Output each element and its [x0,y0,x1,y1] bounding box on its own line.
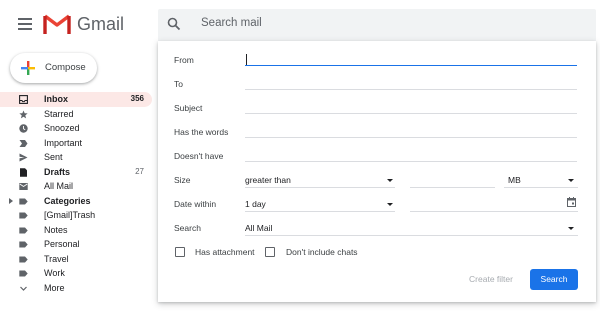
sidebar-item-all-mail[interactable]: All Mail [0,179,152,194]
chevron-down-icon [20,286,27,291]
sidebar-nav: Inbox 356 Starred Snoozed Important Sent… [0,92,156,295]
sidebar-item-label: Inbox [44,94,68,104]
subject-label: Subject [174,103,203,113]
text-cursor [246,54,247,65]
sidebar-item-travel[interactable]: Travel [0,252,152,267]
sidebar-item-sent[interactable]: Sent [0,150,152,165]
size-operator-underline [245,187,395,188]
important-icon [19,139,28,147]
sidebar-item-personal[interactable]: Personal [0,237,152,252]
create-filter-button[interactable]: Create filter [460,269,522,289]
sidebar-item-label: Starred [44,108,74,119]
dropdown-arrow-icon[interactable] [568,227,574,230]
date-within-label: Date within [174,199,217,209]
size-unit-select[interactable]: MB [508,175,521,185]
sidebar-item-label: Travel [44,253,69,264]
size-label: Size [174,175,191,185]
draft-count: 27 [135,166,144,176]
label-icon [19,241,28,248]
size-operator-select[interactable]: greater than [245,175,291,185]
menu-icon-bar [18,28,32,30]
star-icon [19,109,28,118]
label-icon [19,256,28,262]
dropdown-arrow-icon[interactable] [387,179,393,182]
dont-include-chats-label: Don't include chats [286,247,358,257]
sidebar-item-important[interactable]: Important [0,136,152,151]
search-scope-label: Search [174,223,201,233]
sidebar-item-label: Personal [44,239,80,249]
main-menu-button[interactable] [18,18,32,30]
label-icon [19,198,28,204]
sidebar-item-inbox[interactable]: Inbox 356 [0,92,152,107]
menu-icon-bar [18,18,32,20]
sidebar-item-label: Work [44,268,65,278]
date-within-select[interactable]: 1 day [245,199,266,209]
size-value-field[interactable] [410,187,495,188]
search-options-panel: From To Subject Has the words Doesn't ha… [158,41,596,302]
sidebar-item-work[interactable]: Work [0,266,152,281]
search-icon[interactable] [167,17,181,31]
compose-button[interactable]: Compose [10,53,97,83]
compose-label: Compose [45,62,86,73]
size-unit-underline [504,187,578,188]
unread-count: 356 [130,94,144,103]
label-icon [19,270,28,277]
sidebar-item-label: Drafts [44,166,71,177]
sidebar-item-categories[interactable]: Categories [0,194,152,209]
dropdown-arrow-icon[interactable] [568,179,574,182]
sidebar-item-label: All Mail [44,181,74,191]
date-within-underline [245,211,395,212]
sidebar-item-label: Sent [44,152,63,162]
sidebar-item-label: More [44,282,65,293]
all-mail-icon [19,183,28,190]
label-icon [19,212,28,219]
plus-icon [21,61,35,75]
to-field[interactable] [245,89,577,90]
search-input[interactable]: Search mail [201,17,262,29]
to-label: To [174,79,183,89]
sidebar-item-drafts[interactable]: Drafts 27 [0,165,152,180]
search-scope-underline [245,235,578,236]
calendar-icon[interactable] [567,197,576,207]
dropdown-arrow-icon[interactable] [387,203,393,206]
brand-name: Gmail [77,14,125,34]
gmail-logo-icon[interactable] [43,13,71,35]
sidebar-item-snoozed[interactable]: Snoozed [0,121,152,136]
expand-caret-icon[interactable] [9,197,13,204]
has-attachment-label: Has attachment [195,247,255,257]
sidebar-item-trash[interactable]: [Gmail]Trash [0,208,152,223]
sidebar-item-label: Notes [44,224,68,235]
doesnt-have-label: Doesn't have [174,151,224,161]
from-field[interactable] [245,65,577,66]
dont-include-chats-checkbox[interactable] [265,247,275,257]
has-words-field[interactable] [245,137,577,138]
has-attachment-checkbox[interactable] [175,247,185,257]
inbox-icon [19,95,28,104]
from-label: From [174,55,194,65]
sidebar-item-starred[interactable]: Starred [0,107,152,122]
sidebar-item-label: Snoozed [44,123,80,133]
sidebar-item-more[interactable]: More [0,281,152,296]
date-field[interactable] [410,211,578,212]
clock-icon [19,124,28,133]
search-scope-select[interactable]: All Mail [245,223,272,233]
subject-field[interactable] [245,113,577,114]
sidebar-item-label: Important [44,137,83,148]
send-icon [19,153,28,162]
draft-icon [20,167,27,177]
has-words-label: Has the words [174,127,229,137]
doesnt-have-field[interactable] [245,161,577,162]
search-submit-button[interactable]: Search [530,269,578,290]
sidebar-item-label: [Gmail]Trash [44,210,96,220]
menu-icon-bar [18,23,32,25]
sidebar-item-notes[interactable]: Notes [0,223,152,238]
sidebar-item-label: Categories [44,195,91,206]
label-icon [19,227,28,233]
